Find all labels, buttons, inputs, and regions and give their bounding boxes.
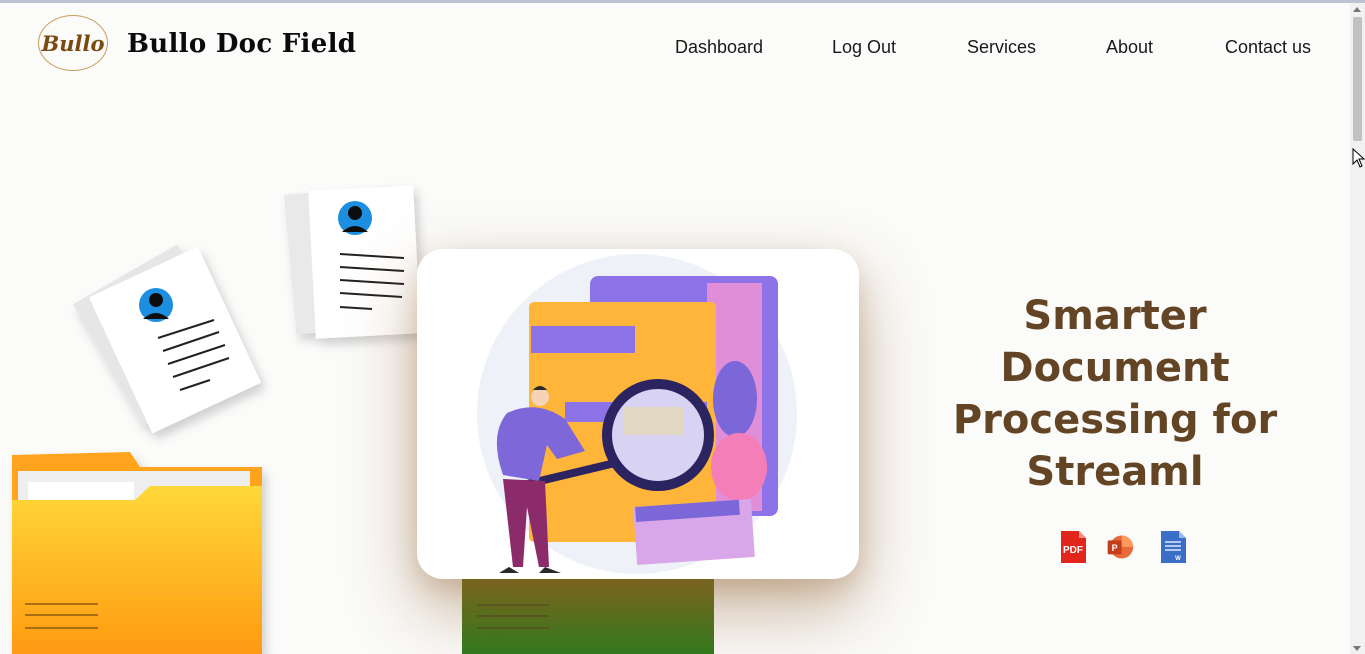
nav-logout[interactable]: Log Out xyxy=(832,37,896,58)
hero-headline: Smarter Document Processing for Streaml xyxy=(945,290,1285,498)
navbar: Bullo Bullo Doc Field Dashboard Log Out … xyxy=(0,3,1350,91)
scroll-down-arrow-icon[interactable] xyxy=(1353,646,1361,651)
word-icon-label: W xyxy=(1175,556,1181,562)
resume-doc-right-icon xyxy=(284,185,421,339)
logo-text: Bullo xyxy=(41,30,105,56)
pdf-icon: PDF xyxy=(1061,531,1086,563)
word-icon: W xyxy=(1161,531,1186,563)
pdf-icon-label: PDF xyxy=(1063,545,1083,556)
headline-line: Streaml xyxy=(1026,449,1204,495)
vertical-scrollbar[interactable] xyxy=(1350,3,1365,654)
headline-line: Document xyxy=(1000,345,1230,391)
nav-about[interactable]: About xyxy=(1106,37,1153,58)
nav-services[interactable]: Services xyxy=(967,37,1036,58)
headline-line: Smarter xyxy=(1023,293,1207,339)
brand-title[interactable]: Bullo Doc Field xyxy=(127,29,356,59)
logo[interactable]: Bullo xyxy=(38,15,108,71)
headline-line: Processing for xyxy=(952,397,1278,443)
powerpoint-icon-label: P xyxy=(1112,543,1118,553)
powerpoint-icon: P xyxy=(1107,535,1134,559)
documents-illustration xyxy=(12,185,421,654)
nav-contact-us[interactable]: Contact us xyxy=(1225,37,1311,58)
nav-dashboard[interactable]: Dashboard xyxy=(675,37,763,58)
mouse-cursor-icon xyxy=(1352,148,1365,168)
hero-illustration-card xyxy=(417,249,859,579)
scroll-thumb[interactable] xyxy=(1353,17,1362,141)
document-search-illustration xyxy=(477,254,797,574)
orange-folder-icon xyxy=(12,452,262,654)
resume-doc-left-icon xyxy=(73,244,262,434)
scroll-up-arrow-icon[interactable] xyxy=(1353,7,1361,12)
